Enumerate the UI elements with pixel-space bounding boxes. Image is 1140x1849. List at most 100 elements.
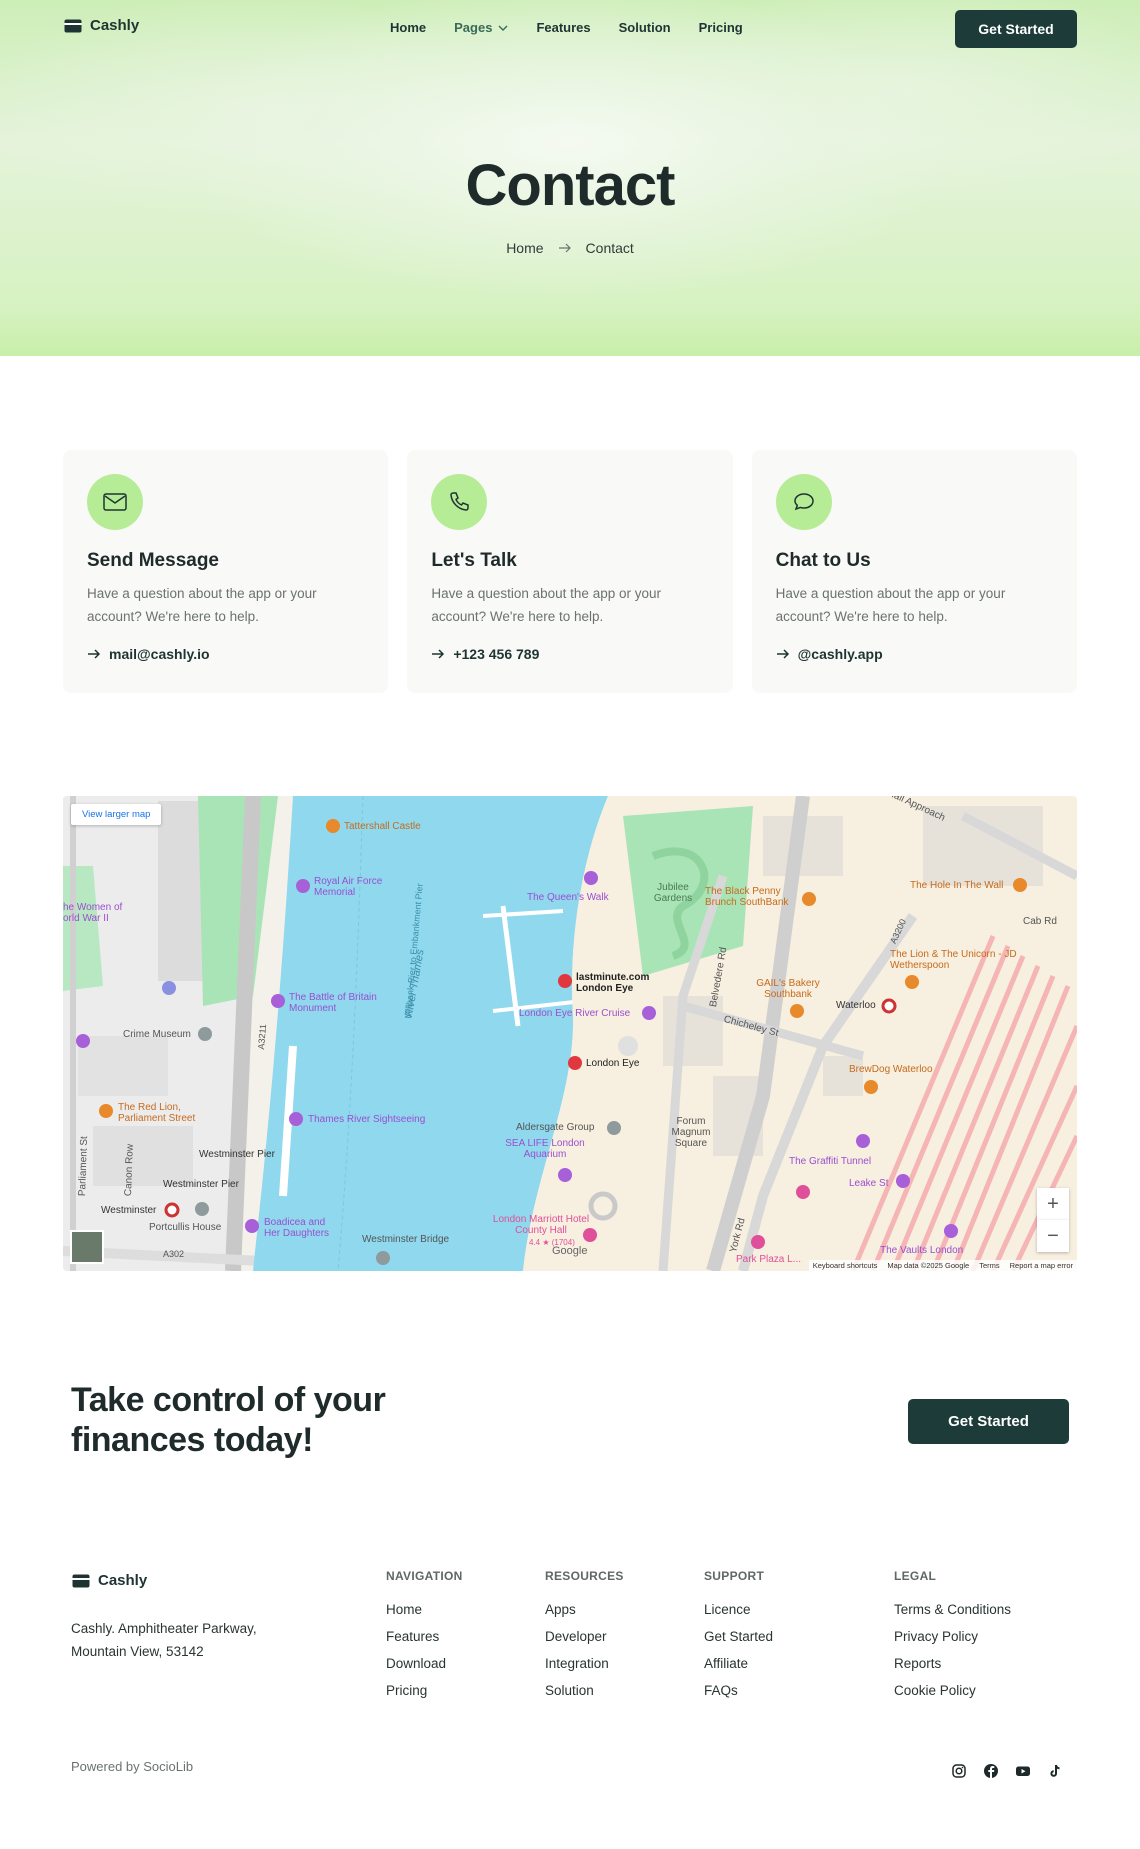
footer-link[interactable]: Affiliate <box>704 1656 773 1683</box>
cta-get-started-button[interactable]: Get Started <box>908 1399 1069 1444</box>
nav-pages-label: Pages <box>454 20 493 35</box>
powered-by[interactable]: Powered by SocioLib <box>71 1759 193 1774</box>
map-label[interactable]: Forum Magnum Square <box>666 1116 716 1149</box>
chat-link-label: @cashly.app <box>797 646 883 662</box>
breadcrumb-home[interactable]: Home <box>506 240 543 256</box>
nav-pages[interactable]: Pages <box>454 20 508 35</box>
map-label[interactable]: The Queen's Walk <box>527 892 609 903</box>
view-larger-map-link[interactable]: View larger map <box>71 804 162 825</box>
map-label[interactable]: Aldersgate Group <box>516 1122 594 1133</box>
map-label[interactable]: London Marriott Hotel County Hall <box>491 1214 591 1236</box>
embedded-map[interactable]: View larger map Tattershall Castle Royal… <box>63 796 1077 1271</box>
map-label[interactable]: The Red Lion, Parliament Street <box>118 1102 218 1124</box>
footer-link[interactable]: Licence <box>704 1602 773 1629</box>
email-link[interactable]: mail@cashly.io <box>87 646 210 662</box>
map-data-text: Map data ©2025 Google <box>887 1261 970 1270</box>
arrow-right-icon <box>88 649 101 659</box>
footer-link[interactable]: Terms & Conditions <box>894 1602 1011 1629</box>
map-tiles[interactable] <box>63 796 1077 1271</box>
footer-link[interactable]: Download <box>386 1656 463 1683</box>
chat-link[interactable]: @cashly.app <box>776 646 883 662</box>
nav-pricing[interactable]: Pricing <box>699 20 743 35</box>
map-label[interactable]: lastminute.com London Eye <box>576 972 656 994</box>
report-error-link[interactable]: Report a map error <box>1010 1261 1073 1270</box>
footer-link[interactable]: Features <box>386 1629 463 1656</box>
facebook-icon[interactable] <box>982 1762 1000 1780</box>
map-label[interactable]: SEA LIFE London Aquarium <box>500 1138 590 1160</box>
footer-column-title: RESOURCES <box>545 1569 624 1583</box>
nav-solution[interactable]: Solution <box>619 20 671 35</box>
email-link-label: mail@cashly.io <box>109 646 210 662</box>
contact-card-chat: Chat to Us Have a question about the app… <box>751 450 1077 693</box>
map-label[interactable]: Leake St <box>849 1178 888 1189</box>
map-attribution: Keyboard shortcuts Map data ©2025 Google… <box>808 1260 1077 1271</box>
contact-cards: Send Message Have a question about the a… <box>63 450 1077 693</box>
arrow-right-icon <box>558 243 571 253</box>
footer-link[interactable]: Reports <box>894 1656 1011 1683</box>
map-label[interactable]: Royal Air Force Memorial <box>314 876 404 898</box>
cta-headline: Take control of your finances today! <box>71 1381 386 1459</box>
map-label[interactable]: Westminster Pier <box>163 1179 239 1190</box>
map-label[interactable]: Crime Museum <box>123 1029 191 1040</box>
map-label[interactable]: Westminster Bridge <box>362 1234 449 1245</box>
phone-link[interactable]: +123 456 789 <box>431 646 539 662</box>
instagram-icon[interactable] <box>950 1762 968 1780</box>
map-label[interactable]: GAIL's Bakery Southbank <box>748 978 828 1000</box>
footer-link[interactable]: Pricing <box>386 1683 463 1710</box>
footer-link[interactable]: Privacy Policy <box>894 1629 1011 1656</box>
contact-card-talk: Let's Talk Have a question about the app… <box>407 450 733 693</box>
map-label[interactable]: BrewDog Waterloo <box>849 1064 933 1075</box>
footer-link[interactable]: Get Started <box>704 1629 773 1656</box>
footer-link[interactable]: Apps <box>545 1602 624 1629</box>
footer-link[interactable]: Developer <box>545 1629 624 1656</box>
footer-link[interactable]: Solution <box>545 1683 624 1710</box>
map-label[interactable]: Boadicea and Her Daughters <box>264 1217 344 1239</box>
nav-get-started-button[interactable]: Get Started <box>955 10 1077 48</box>
chevron-down-icon <box>498 25 508 31</box>
map-label[interactable]: he Women of orld War II <box>63 902 128 924</box>
card-text: Have a question about the app or your ac… <box>775 586 1006 624</box>
wallet-icon <box>64 19 82 32</box>
footer-brand-logo[interactable]: Cashly <box>72 1572 147 1589</box>
map-label[interactable]: Park Plaza L... <box>736 1254 801 1265</box>
map-label[interactable]: Tattershall Castle <box>344 821 421 832</box>
footer-address: Cashly. Amphitheater Parkway, Mountain V… <box>71 1617 257 1663</box>
nav-features[interactable]: Features <box>536 20 590 35</box>
map-label[interactable]: Portcullis House <box>149 1222 221 1233</box>
map-label[interactable]: London Eye River Cruise <box>519 1008 630 1019</box>
tiktok-icon[interactable] <box>1046 1762 1064 1780</box>
zoom-in-button[interactable]: + <box>1037 1188 1069 1220</box>
map-label[interactable]: Thames River Sightseeing <box>308 1114 425 1125</box>
card-text: Have a question about the app or your ac… <box>87 586 317 624</box>
zoom-out-button[interactable]: − <box>1037 1220 1069 1252</box>
footer-link[interactable]: Cookie Policy <box>894 1683 1011 1710</box>
nav-home[interactable]: Home <box>390 20 426 35</box>
keyboard-shortcuts-link[interactable]: Keyboard shortcuts <box>813 1261 878 1270</box>
terms-link[interactable]: Terms <box>979 1261 999 1270</box>
map-label[interactable]: The Vaults London <box>880 1245 963 1256</box>
map-label[interactable]: The Lion & The Unicorn - JD Wetherspoon <box>890 949 1020 971</box>
brand-logo[interactable]: Cashly <box>64 17 139 34</box>
map-label[interactable]: The Hole In The Wall <box>910 880 1003 891</box>
map-label: A302 <box>163 1249 185 1259</box>
footer-link[interactable]: Integration <box>545 1656 624 1683</box>
footer-column-title: NAVIGATION <box>386 1569 463 1583</box>
footer-link[interactable]: FAQs <box>704 1683 773 1710</box>
map-label[interactable]: Westminster Pier <box>199 1149 275 1160</box>
map-label[interactable]: Westminster <box>101 1205 156 1216</box>
footer-column-navigation: NAVIGATION Home Features Download Pricin… <box>386 1569 463 1710</box>
map-label[interactable]: The Battle of Britain Monument <box>289 992 399 1014</box>
youtube-icon[interactable] <box>1014 1762 1032 1780</box>
map-label[interactable]: The Graffiti Tunnel <box>789 1156 871 1167</box>
arrow-right-icon <box>776 649 789 659</box>
footer-link[interactable]: Home <box>386 1602 463 1629</box>
nav-solution-label: Solution <box>618 20 671 35</box>
google-logo: Google <box>552 1245 588 1257</box>
map-label: Cab Rd <box>1023 916 1057 927</box>
map-label[interactable]: Waterloo <box>836 1000 876 1011</box>
brand-name: Cashly <box>90 17 140 34</box>
map-label[interactable]: Jubilee Gardens <box>643 882 703 904</box>
card-title: Chat to Us <box>775 550 871 571</box>
map-label[interactable]: The Black Penny Brunch SouthBank <box>705 886 805 908</box>
map-label[interactable]: London Eye <box>586 1058 639 1069</box>
